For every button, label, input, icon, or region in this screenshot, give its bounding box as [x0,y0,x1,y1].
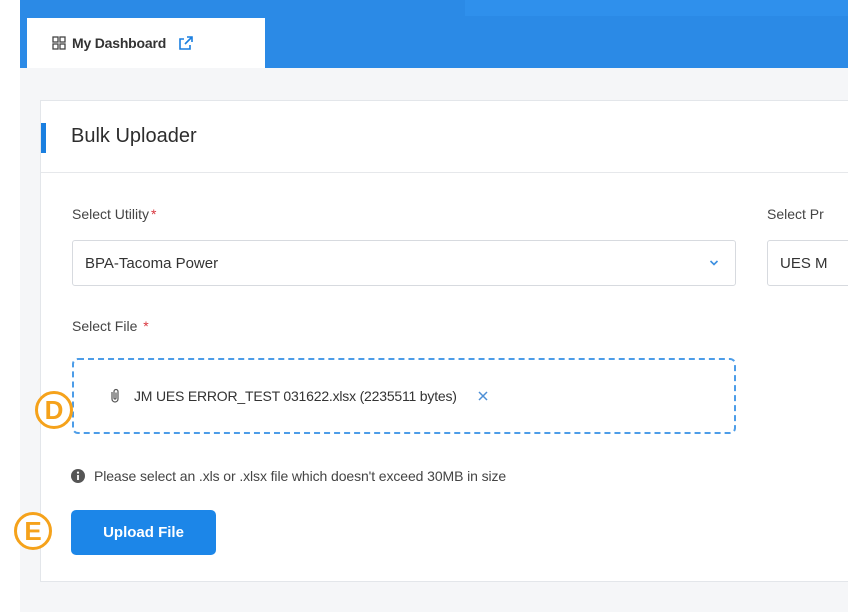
chevron-down-icon [709,260,719,266]
upload-file-button[interactable]: Upload File [71,510,216,555]
utility-field-label: Select Utility * [72,206,157,222]
card-header: Bulk Uploader [41,101,848,173]
program-select-value: UES M [780,254,828,272]
program-field-label: Select Pr [767,206,824,222]
remove-file-icon[interactable] [477,390,489,402]
file-dropzone[interactable]: JM UES ERROR_TEST 031622.xlsx (2235511 b… [72,358,736,434]
paperclip-icon [111,388,119,403]
tab-label: My Dashboard [72,35,167,51]
dashboard-grid-icon [52,36,66,50]
selected-file-name: JM UES ERROR_TEST 031622.xlsx (2235511 b… [134,388,457,404]
required-mark: * [151,206,157,222]
card-title: Bulk Uploader [71,125,197,147]
header-accent-bar [41,123,46,153]
utility-select-value: BPA-Tacoma Power [85,254,219,272]
tab-my-dashboard[interactable]: My Dashboard [27,18,265,68]
utility-select[interactable]: BPA-Tacoma Power [72,240,736,286]
file-field-label: Select File * [72,318,149,334]
info-icon [71,469,85,483]
required-mark: * [143,318,149,334]
file-hint: Please select an .xls or .xlsx file whic… [70,468,506,484]
hint-text: Please select an .xls or .xlsx file whic… [94,468,507,484]
annotation-marker-e: E [14,512,52,550]
annotation-marker-d: D [35,391,73,429]
top-bar-highlight [465,0,848,16]
program-select[interactable]: UES M [767,240,848,286]
external-link-icon[interactable] [178,35,194,51]
